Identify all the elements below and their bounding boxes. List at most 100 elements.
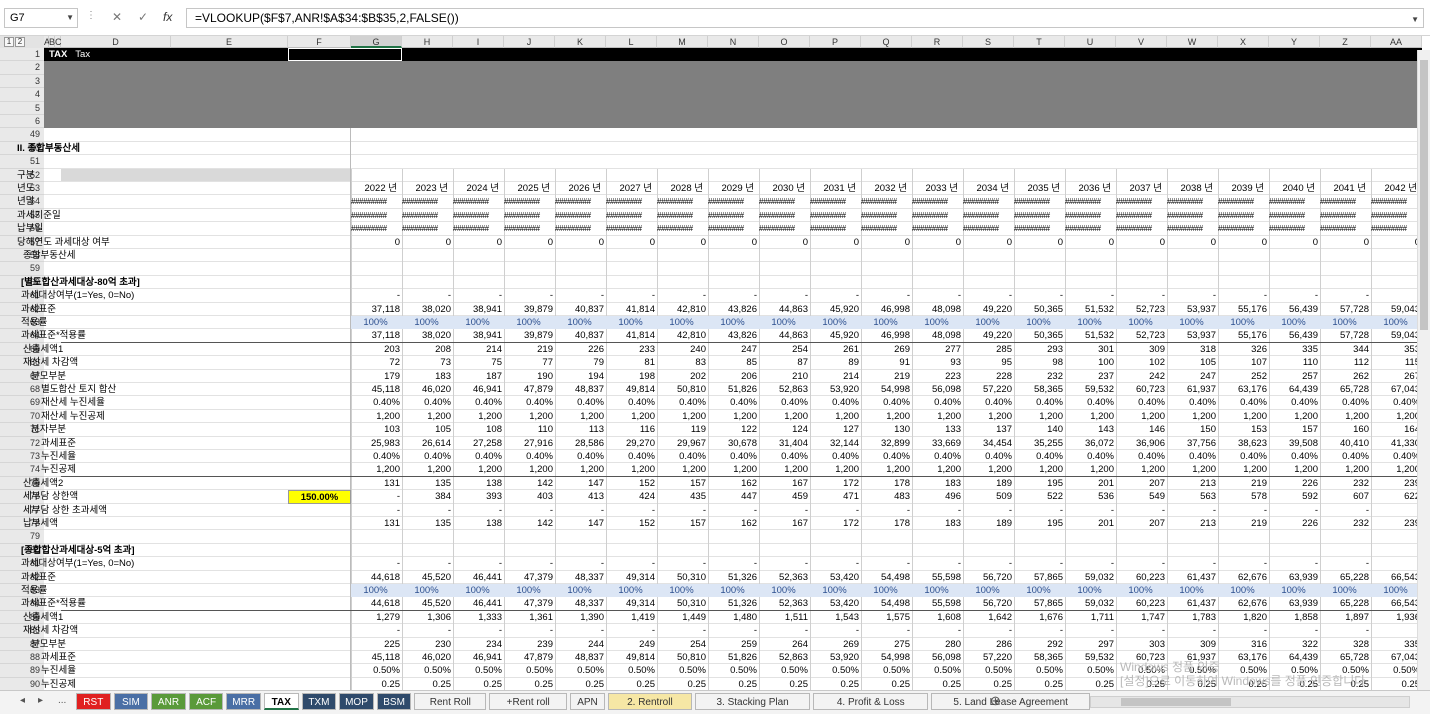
value-cell[interactable]: 1,200 — [606, 410, 657, 423]
value-cell[interactable]: 1,897 — [1320, 611, 1371, 624]
value-cell[interactable]: 0 — [1218, 236, 1269, 249]
value-cell[interactable]: 108 — [453, 423, 504, 436]
value-cell[interactable]: - — [402, 557, 453, 570]
value-cell[interactable]: 46,020 — [402, 651, 453, 664]
value-cell[interactable]: 100% — [606, 584, 657, 598]
date-cell[interactable]: ######### — [1269, 195, 1320, 208]
value-cell[interactable]: 49,220 — [963, 303, 1014, 316]
value-cell[interactable]: 100% — [708, 584, 759, 598]
value-cell[interactable]: 257 — [1269, 370, 1320, 383]
value-cell[interactable]: 100% — [555, 316, 606, 330]
year-cell[interactable]: 2036 년 — [1065, 182, 1116, 195]
date-cell[interactable]: ######### — [810, 209, 861, 222]
value-cell[interactable]: 0.40% — [861, 450, 912, 463]
value-cell[interactable]: 61,937 — [1167, 383, 1218, 396]
value-cell[interactable]: 100% — [402, 316, 453, 330]
value-cell[interactable]: 549 — [1116, 490, 1167, 503]
row-header[interactable]: 5 — [0, 101, 44, 115]
column-header[interactable]: X — [1218, 36, 1269, 48]
value-cell[interactable]: 51,532 — [1065, 329, 1116, 342]
value-cell[interactable]: 0 — [402, 236, 453, 249]
year-cell[interactable]: 2031 년 — [810, 182, 861, 195]
value-cell[interactable]: 1,200 — [759, 410, 810, 423]
value-cell[interactable]: 73 — [402, 356, 453, 369]
value-cell[interactable]: 100% — [1320, 316, 1371, 330]
value-cell[interactable]: - — [402, 289, 453, 302]
row-header[interactable]: 4 — [0, 88, 44, 102]
sheet-tab[interactable]: 2. Rentroll — [607, 693, 692, 710]
value-cell[interactable]: 0.40% — [657, 396, 708, 409]
value-cell[interactable]: 483 — [861, 490, 912, 503]
value-cell[interactable]: 64,439 — [1269, 383, 1320, 396]
value-cell[interactable]: 51,826 — [708, 651, 759, 664]
value-cell[interactable]: 213 — [1167, 517, 1218, 530]
column-header[interactable]: D — [61, 36, 171, 48]
value-cell[interactable]: - — [759, 557, 810, 570]
year-cell[interactable]: 2029 년 — [708, 182, 759, 195]
value-cell[interactable]: 201 — [1065, 517, 1116, 530]
value-cell[interactable]: 607 — [1320, 490, 1371, 503]
value-cell[interactable]: 172 — [810, 477, 861, 490]
value-cell[interactable]: 33,669 — [912, 437, 963, 450]
value-cell[interactable]: 29,270 — [606, 437, 657, 450]
year-cell[interactable]: 2025 년 — [504, 182, 555, 195]
value-cell[interactable]: - — [1167, 624, 1218, 637]
value-cell[interactable]: 133 — [912, 423, 963, 436]
date-cell[interactable]: ######### — [963, 209, 1014, 222]
value-cell[interactable]: 31,404 — [759, 437, 810, 450]
value-cell[interactable]: 56,720 — [963, 571, 1014, 584]
value-cell[interactable]: 59,043 — [1371, 303, 1422, 316]
value-cell[interactable]: 100% — [1116, 584, 1167, 598]
value-cell[interactable]: 100% — [1218, 316, 1269, 330]
value-cell[interactable]: 239 — [504, 638, 555, 651]
value-cell[interactable]: 100 — [1065, 356, 1116, 369]
value-cell[interactable]: 1,200 — [1218, 463, 1269, 476]
value-cell[interactable]: 46,441 — [453, 597, 504, 610]
value-cell[interactable]: 65,728 — [1320, 383, 1371, 396]
value-cell[interactable]: 207 — [1116, 517, 1167, 530]
value-cell[interactable]: 1,419 — [606, 611, 657, 624]
value-cell[interactable]: 232 — [1320, 477, 1371, 490]
sheet-tab[interactable]: BSM — [376, 693, 412, 710]
value-cell[interactable]: 0 — [1167, 236, 1218, 249]
value-cell[interactable]: - — [759, 289, 810, 302]
date-cell[interactable]: ######### — [1167, 222, 1218, 235]
value-cell[interactable]: 254 — [657, 638, 708, 651]
value-cell[interactable]: 242 — [1116, 370, 1167, 383]
value-cell[interactable]: 0.50% — [963, 664, 1014, 677]
value-cell[interactable]: - — [657, 289, 708, 302]
value-cell[interactable]: 0.40% — [351, 396, 402, 409]
date-cell[interactable]: ######### — [504, 222, 555, 235]
date-cell[interactable]: ######### — [453, 222, 504, 235]
value-cell[interactable]: 49,814 — [606, 651, 657, 664]
value-cell[interactable]: 113 — [555, 423, 606, 436]
date-cell[interactable]: ######### — [555, 195, 606, 208]
value-cell[interactable]: 100% — [912, 584, 963, 598]
value-cell[interactable]: 1,200 — [1371, 463, 1422, 476]
value-cell[interactable]: 0 — [555, 236, 606, 249]
value-cell[interactable]: 142 — [504, 517, 555, 530]
enter-icon[interactable]: ✓ — [138, 10, 148, 24]
value-cell[interactable]: 0.50% — [351, 664, 402, 677]
value-cell[interactable]: 240 — [657, 343, 708, 356]
column-header[interactable]: G — [351, 36, 402, 48]
column-header[interactable]: U — [1065, 36, 1116, 48]
outline-level-button[interactable]: 2 — [15, 37, 25, 47]
value-cell[interactable]: 1,200 — [1320, 463, 1371, 476]
value-cell[interactable]: - — [963, 624, 1014, 637]
value-cell[interactable]: - — [1218, 624, 1269, 637]
sheet-tab[interactable]: SIM — [113, 693, 149, 710]
value-cell[interactable]: 183 — [402, 370, 453, 383]
value-cell[interactable]: 100% — [402, 584, 453, 598]
value-cell[interactable]: 60,723 — [1116, 383, 1167, 396]
date-cell[interactable]: ######### — [1116, 222, 1167, 235]
value-cell[interactable]: 1,200 — [555, 410, 606, 423]
value-cell[interactable]: 100% — [351, 316, 402, 330]
value-cell[interactable]: 269 — [810, 638, 861, 651]
date-cell[interactable]: ######### — [1116, 209, 1167, 222]
value-cell[interactable]: 0.40% — [1269, 450, 1320, 463]
sheet-tab[interactable]: APN — [570, 693, 605, 710]
value-cell[interactable]: - — [810, 624, 861, 637]
row-header[interactable]: 59 — [0, 262, 44, 276]
value-cell[interactable]: - — [1371, 557, 1422, 570]
